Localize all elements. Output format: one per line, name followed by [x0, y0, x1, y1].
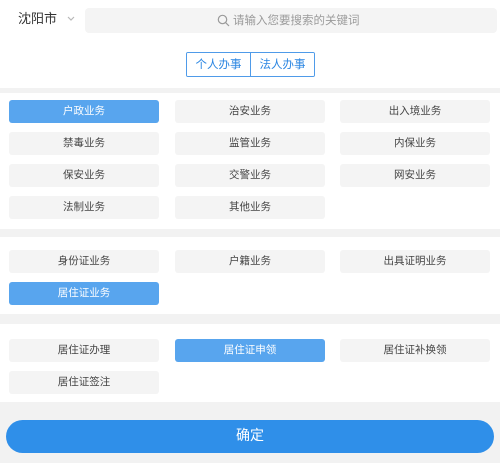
tab-legal[interactable]: 法人办事 [250, 53, 314, 76]
category-section: 户政业务 治安业务 出入境业务 禁毒业务 监管业务 内保业务 保安业务 交警业务… [0, 93, 500, 229]
category-tile[interactable]: 交警业务 [175, 164, 325, 187]
search-input[interactable]: 请输入您要搜索的关键词 [85, 8, 497, 33]
subcategory-tile[interactable]: 出具证明业务 [340, 250, 490, 273]
category-tile[interactable]: 出入境业务 [340, 100, 490, 123]
item-tile[interactable]: 居住证签注 [9, 371, 159, 394]
mode-switch-area: 个人办事 法人办事 [0, 42, 500, 88]
item-section: 居住证办理 居住证申领 居住证补换领 居住证签注 [0, 324, 500, 402]
category-tile[interactable]: 内保业务 [340, 132, 490, 155]
mode-switch: 个人办事 法人办事 [186, 52, 315, 77]
category-tile[interactable]: 网安业务 [340, 164, 490, 187]
header: 沈阳市 请输入您要搜索的关键词 [0, 0, 500, 42]
subcategory-tile[interactable]: 身份证业务 [9, 250, 159, 273]
category-tile[interactable]: 户政业务 [9, 100, 159, 123]
category-tile[interactable]: 禁毒业务 [9, 132, 159, 155]
confirm-button[interactable]: 确定 [6, 420, 494, 453]
subcategory-tile[interactable]: 居住证业务 [9, 282, 159, 305]
category-tile[interactable]: 法制业务 [9, 196, 159, 219]
subcategory-tile[interactable]: 户籍业务 [175, 250, 325, 273]
chevron-down-icon[interactable] [66, 13, 76, 25]
search-placeholder: 请输入您要搜索的关键词 [233, 13, 360, 27]
category-tile[interactable]: 保安业务 [9, 164, 159, 187]
category-tile[interactable]: 其他业务 [175, 196, 325, 219]
search-icon [217, 14, 230, 27]
item-tile[interactable]: 居住证申领 [175, 339, 325, 362]
subcategory-section: 身份证业务 户籍业务 出具证明业务 居住证业务 [0, 237, 500, 314]
item-tile[interactable]: 居住证补换领 [340, 339, 490, 362]
city-selector[interactable]: 沈阳市 [18, 11, 57, 29]
item-tile[interactable]: 居住证办理 [9, 339, 159, 362]
category-tile[interactable]: 监管业务 [175, 132, 325, 155]
category-tile[interactable]: 治安业务 [175, 100, 325, 123]
tab-personal[interactable]: 个人办事 [187, 53, 250, 76]
